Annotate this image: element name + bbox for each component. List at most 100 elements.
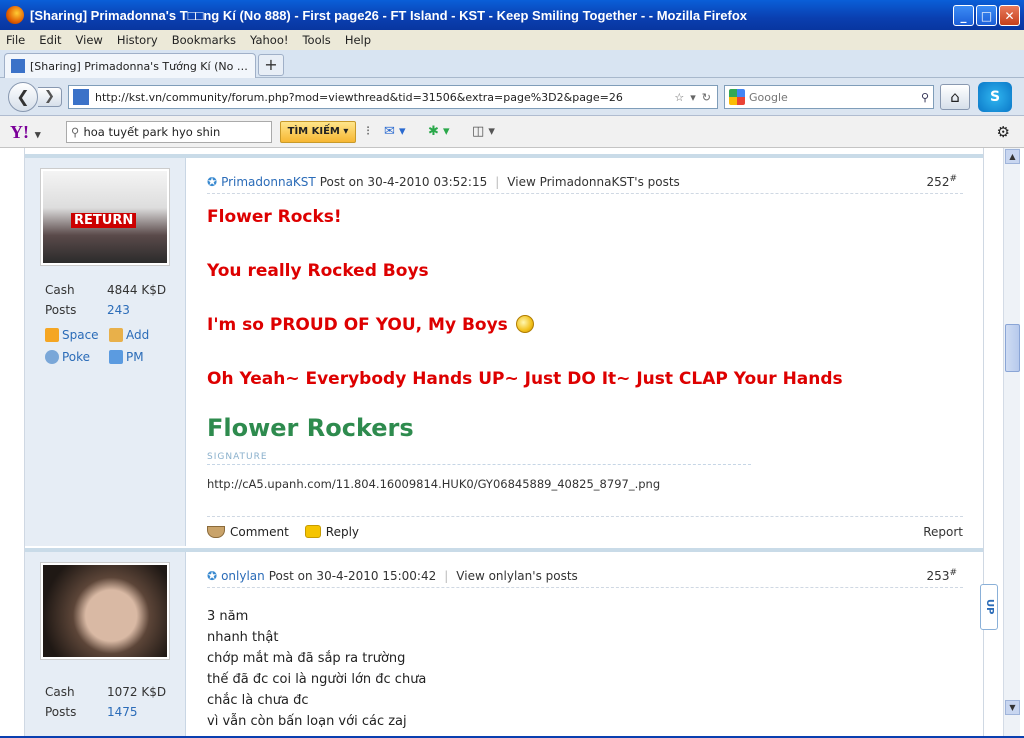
forward-button[interactable]: ❯ (38, 87, 62, 107)
search-icon: ⚲ (71, 125, 80, 139)
gear-icon[interactable]: ⚙ (997, 123, 1010, 141)
reload-icon[interactable]: ↻ (702, 91, 711, 104)
page-background: RETURN Cash 4844 K$D Posts 243 Space Add (0, 148, 1002, 738)
home-icon (45, 328, 59, 342)
tab-active[interactable]: [Sharing] Primadonna's Tướng Kí (No 888)… (4, 53, 256, 78)
signature-name: Flower Rockers (207, 414, 414, 442)
yahoo-search-box[interactable]: ⚲ (66, 121, 272, 143)
minimize-button[interactable]: _ (953, 5, 974, 26)
yahoo-search-button[interactable]: TÌM KIẾM ▾ (280, 121, 356, 143)
avatar[interactable]: RETURN (40, 168, 170, 266)
menu-view[interactable]: View (76, 33, 103, 47)
yahoo-logo-icon[interactable]: Y! ▾ (10, 122, 41, 143)
scrollbar-thumb[interactable] (1005, 324, 1020, 372)
view-posts-link[interactable]: View PrimadonnaKST's posts (507, 175, 680, 189)
post-sidebar: RETURN Cash 4844 K$D Posts 243 Space Add (25, 158, 186, 546)
reply-button[interactable]: Reply (304, 524, 360, 539)
signature-label: SIGNATURE (207, 452, 751, 465)
yahoo-search-button-label: TÌM KIẾM (287, 126, 340, 137)
cash-label: Cash (45, 685, 75, 699)
bookmark-star-icon[interactable]: ☆ (674, 91, 684, 104)
menu-tools[interactable]: Tools (302, 33, 330, 47)
smiley-icon (515, 315, 534, 333)
search-magnifier-icon[interactable]: ⚲ (921, 91, 929, 104)
scroll-up-arrow-icon[interactable]: ▲ (1005, 149, 1020, 164)
close-button[interactable]: ✕ (999, 5, 1020, 26)
back-button[interactable]: ❮ (8, 82, 38, 112)
mail-icon (109, 350, 123, 364)
post-line: I'm so PROUD OF YOU, My Boys (207, 310, 947, 364)
view-posts-link[interactable]: View onlylan's posts (456, 569, 578, 583)
post-body: 3 năm nhanh thật chớp mắt mà đã sắp ra t… (207, 606, 947, 732)
post-line: vì vẫn còn bấn loạn với các zaj (207, 714, 407, 729)
avatar-image (43, 565, 167, 657)
firefox-icon (6, 6, 24, 24)
author-link[interactable]: PrimadonnaKST (221, 175, 316, 189)
menu-history[interactable]: History (117, 33, 158, 47)
post-number[interactable]: 253# (927, 568, 957, 583)
mail-icon[interactable]: ✉ ▾ (384, 124, 406, 139)
vertical-scrollbar[interactable]: ▲ ▼ (1003, 148, 1020, 738)
tab-bar: [Sharing] Primadonna's Tướng Kí (No 888)… (0, 50, 1024, 78)
comment-label: Comment (230, 524, 289, 539)
url-bar[interactable]: http://kst.vn/community/forum.php?mod=vi… (68, 85, 718, 109)
posts-count-link[interactable]: 1475 (107, 705, 138, 719)
search-input[interactable] (749, 90, 921, 104)
site-identity-icon[interactable] (73, 89, 89, 105)
page-viewport: RETURN Cash 4844 K$D Posts 243 Space Add (0, 148, 1024, 738)
post-header: ✪ onlylan Post on 30-4-2010 15:00:42 | V… (207, 564, 963, 588)
cash-value: 1072 K$D (107, 685, 167, 699)
author-link[interactable]: onlylan (221, 569, 265, 583)
google-engine-icon[interactable] (729, 89, 745, 105)
cash-label: Cash (45, 283, 75, 297)
post-footer: Comment Reply Report (207, 516, 963, 546)
post-line: You really Rocked Boys (207, 261, 429, 281)
pm-link[interactable]: PM (109, 350, 173, 364)
menu-help[interactable]: Help (345, 33, 371, 47)
search-bar[interactable]: ⚲ (724, 85, 934, 109)
maximize-button[interactable]: □ (976, 5, 997, 26)
post-line: 3 năm (207, 609, 249, 624)
url-text[interactable]: http://kst.vn/community/forum.php?mod=vi… (95, 91, 674, 104)
skype-icon[interactable]: S (978, 82, 1012, 112)
post-253: Cash 1072 K$D Posts 1475 ✪ onlylan Post on… (25, 548, 983, 738)
post-line: thế đã đc coi là người lớn đc chưa (207, 672, 427, 687)
scroll-up-button[interactable]: UP (980, 584, 998, 630)
avatar-return-text: RETURN (71, 213, 137, 228)
add-friend-link[interactable]: Add (109, 328, 173, 342)
comment-button[interactable]: Comment (207, 525, 289, 539)
user-stats: Cash 4844 K$D Posts 243 (45, 280, 166, 320)
divider-icon: ⁝ (366, 124, 371, 139)
divider: | (444, 568, 449, 583)
post-line: chắc là chưa đc (207, 693, 309, 708)
new-tab-button[interactable]: + (258, 54, 284, 76)
posts-count-link[interactable]: 243 (107, 303, 130, 317)
yahoo-search-input[interactable] (83, 125, 271, 139)
scroll-down-arrow-icon[interactable]: ▼ (1005, 700, 1020, 715)
yahoo-toolbar: Y!▾ ⚲ TÌM KIẾM ▾ ⁝ ✉ ▾ ✱ ▾ ◫ ▾ ⚙ (0, 116, 1024, 148)
post-number[interactable]: 252# (927, 174, 957, 189)
report-link[interactable]: Report (923, 525, 963, 539)
post-main: ✪ onlylan Post on 30-4-2010 15:00:42 | V… (187, 552, 983, 738)
post-line-text: I'm so PROUD OF YOU, My Boys (207, 315, 508, 335)
post-body: Flower Rocks! You really Rocked Boys I'm… (207, 202, 947, 491)
menu-bar: File Edit View History Bookmarks Yahoo! … (0, 30, 1024, 50)
space-link[interactable]: Space (45, 328, 109, 342)
back-forward-group: ❮ ❯ (8, 82, 64, 112)
menu-file[interactable]: File (6, 33, 25, 47)
signature-url: http://cA5.upanh.com/11.804.16009814.HUK… (207, 477, 661, 491)
thread-container: RETURN Cash 4844 K$D Posts 243 Space Add (24, 148, 984, 738)
poke-link[interactable]: Poke (45, 350, 109, 364)
reply-label: Reply (325, 524, 360, 539)
url-dropdown-icon[interactable]: ▾ (690, 91, 696, 104)
poke-label: Poke (62, 350, 91, 364)
bookmarks-icon[interactable]: ◫ ▾ (472, 124, 495, 139)
menu-bookmarks[interactable]: Bookmarks (172, 33, 236, 47)
post-sidebar: Cash 1072 K$D Posts 1475 (25, 552, 186, 738)
avatar[interactable] (40, 562, 170, 660)
menu-edit[interactable]: Edit (39, 33, 61, 47)
home-button[interactable]: ⌂ (940, 84, 970, 110)
widget-icon[interactable]: ✱ ▾ (428, 124, 450, 139)
menu-yahoo[interactable]: Yahoo! (250, 33, 288, 47)
post-time: Post on 30-4-2010 03:52:15 (319, 174, 488, 189)
